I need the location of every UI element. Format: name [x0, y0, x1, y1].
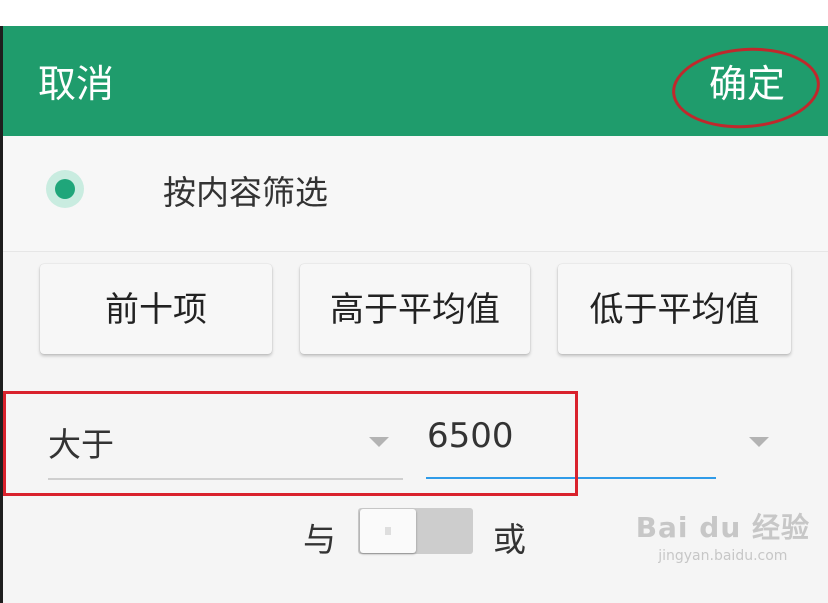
value-underline: [426, 477, 716, 479]
above-average-button[interactable]: 高于平均值: [300, 264, 530, 354]
dropdown-caret-icon[interactable]: [369, 437, 389, 447]
filter-by-content-option[interactable]: 按内容筛选: [3, 136, 828, 252]
radio-selected-icon[interactable]: [46, 170, 84, 208]
or-label: 或: [493, 520, 526, 559]
top-ten-button[interactable]: 前十项: [40, 264, 272, 354]
value-input[interactable]: 6500: [427, 416, 514, 456]
baidu-watermark: Bai du 经验 jingyan.baidu.com: [636, 506, 810, 564]
watermark-sub: jingyan.baidu.com: [658, 548, 788, 564]
dropdown-caret-icon[interactable]: [749, 437, 769, 447]
confirm-button[interactable]: 确定: [709, 26, 785, 136]
cancel-button[interactable]: 取消: [38, 26, 114, 136]
operator-select-value[interactable]: 大于: [48, 418, 114, 466]
filter-dialog: 取消 确定 按内容筛选 前十项 高于平均值 低于平均值 大于 6500 与 或 …: [0, 26, 828, 603]
and-label: 与: [303, 520, 336, 559]
and-or-toggle[interactable]: [358, 508, 473, 554]
filter-by-content-label: 按内容筛选: [163, 173, 328, 212]
below-average-button[interactable]: 低于平均值: [558, 264, 791, 354]
operator-underline: [48, 478, 403, 480]
toggle-knob[interactable]: [360, 509, 416, 553]
watermark-main: Bai du 经验: [635, 511, 810, 544]
top-bar: 取消 确定: [3, 26, 828, 136]
condition-row: [3, 378, 828, 508]
